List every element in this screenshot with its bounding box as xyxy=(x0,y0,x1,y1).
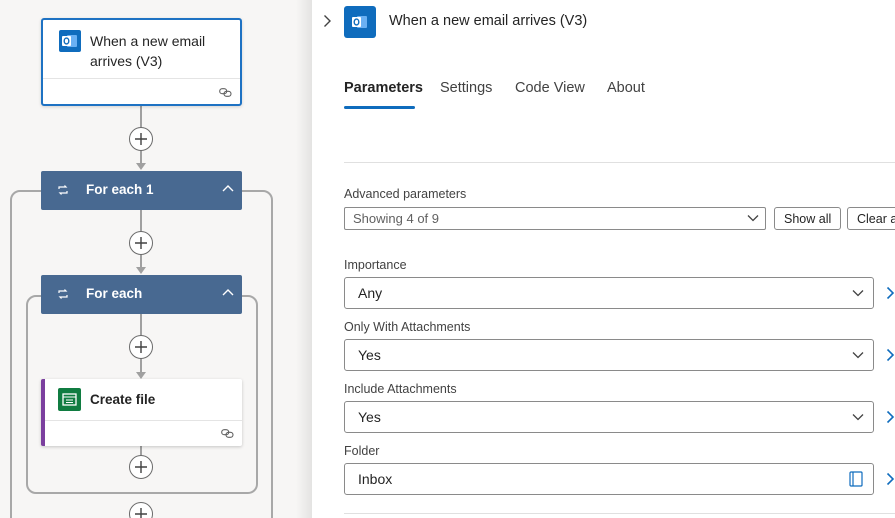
chevron-down-icon xyxy=(852,290,864,297)
expand-chevron-icon[interactable] xyxy=(886,472,895,486)
expand-chevron-icon[interactable] xyxy=(886,410,895,424)
advanced-parameters-value: Showing 4 of 9 xyxy=(353,211,440,226)
card-divider xyxy=(45,420,242,421)
importance-dropdown[interactable]: Any xyxy=(344,277,874,309)
plus-icon xyxy=(135,508,147,518)
plus-icon xyxy=(135,341,147,353)
tab-about[interactable]: About xyxy=(607,78,645,110)
include-attachments-dropdown[interactable]: Yes xyxy=(344,401,874,433)
loop-icon xyxy=(58,185,68,195)
active-tab-indicator xyxy=(344,106,415,109)
outlook-icon xyxy=(344,6,376,38)
trigger-card[interactable]: When a new email arrives (V3) xyxy=(41,18,242,106)
expand-chevron-icon[interactable] xyxy=(886,348,895,362)
plus-icon xyxy=(135,461,147,473)
importance-label: Importance xyxy=(344,258,407,272)
card-divider xyxy=(43,78,240,79)
advanced-parameters-select[interactable]: Showing 4 of 9 xyxy=(344,207,766,230)
plus-icon xyxy=(135,133,147,145)
loop-icon xyxy=(58,289,68,299)
only-with-attachments-value: Yes xyxy=(358,347,381,363)
collapse-chevron-icon[interactable] xyxy=(222,288,234,296)
flow-canvas[interactable]: When a new email arrives (V3) For each 1 xyxy=(0,0,312,518)
folder-picker[interactable]: Inbox xyxy=(344,463,874,495)
folder-picker-icon[interactable] xyxy=(849,471,863,487)
chevron-down-icon xyxy=(852,352,864,359)
only-with-attachments-dropdown[interactable]: Yes xyxy=(344,339,874,371)
clear-all-button[interactable]: Clear all xyxy=(847,207,895,230)
insert-step-button[interactable] xyxy=(129,231,153,255)
importance-value: Any xyxy=(358,285,383,301)
for-each-1-title: For each 1 xyxy=(86,182,154,197)
outlook-icon xyxy=(59,30,81,52)
chevron-down-icon xyxy=(852,414,864,421)
tab-settings[interactable]: Settings xyxy=(440,78,492,110)
expand-chevron-icon[interactable] xyxy=(886,286,895,300)
include-attachments-label: Include Attachments xyxy=(344,382,457,396)
link-icon xyxy=(219,88,232,97)
for-each-title: For each xyxy=(86,286,143,301)
collapse-panel-chevron-icon[interactable] xyxy=(323,14,332,28)
panel-shadow xyxy=(296,0,312,518)
connector-arrow xyxy=(136,372,146,379)
section-divider xyxy=(344,513,895,514)
chevron-down-icon xyxy=(747,215,759,222)
panel-title: When a new email arrives (V3) xyxy=(389,13,588,29)
section-divider xyxy=(344,162,895,163)
collapse-chevron-icon[interactable] xyxy=(222,184,234,192)
action-title: Create file xyxy=(90,392,156,407)
onedrive-file-icon xyxy=(58,388,81,411)
folder-label: Folder xyxy=(344,444,380,458)
details-panel: When a new email arrives (V3) Parameters… xyxy=(312,0,895,518)
plus-icon xyxy=(135,237,147,249)
advanced-parameters-label: Advanced parameters xyxy=(344,187,467,201)
for-each-1-header[interactable]: For each 1 xyxy=(41,171,242,210)
include-attachments-value: Yes xyxy=(358,409,381,425)
for-each-header[interactable]: For each xyxy=(41,275,242,314)
insert-step-button[interactable] xyxy=(129,455,153,479)
link-icon xyxy=(221,429,234,438)
folder-value: Inbox xyxy=(358,471,393,487)
insert-step-button[interactable] xyxy=(129,127,153,151)
only-with-attachments-label: Only With Attachments xyxy=(344,320,471,334)
trigger-title: When a new email arrives (V3) xyxy=(90,33,206,69)
show-all-button[interactable]: Show all xyxy=(774,207,842,230)
connector-arrow xyxy=(136,163,146,170)
tab-code-view[interactable]: Code View xyxy=(515,78,585,110)
connector-arrow xyxy=(136,267,146,274)
insert-step-button[interactable] xyxy=(129,335,153,359)
create-file-card[interactable]: Create file xyxy=(41,379,242,446)
